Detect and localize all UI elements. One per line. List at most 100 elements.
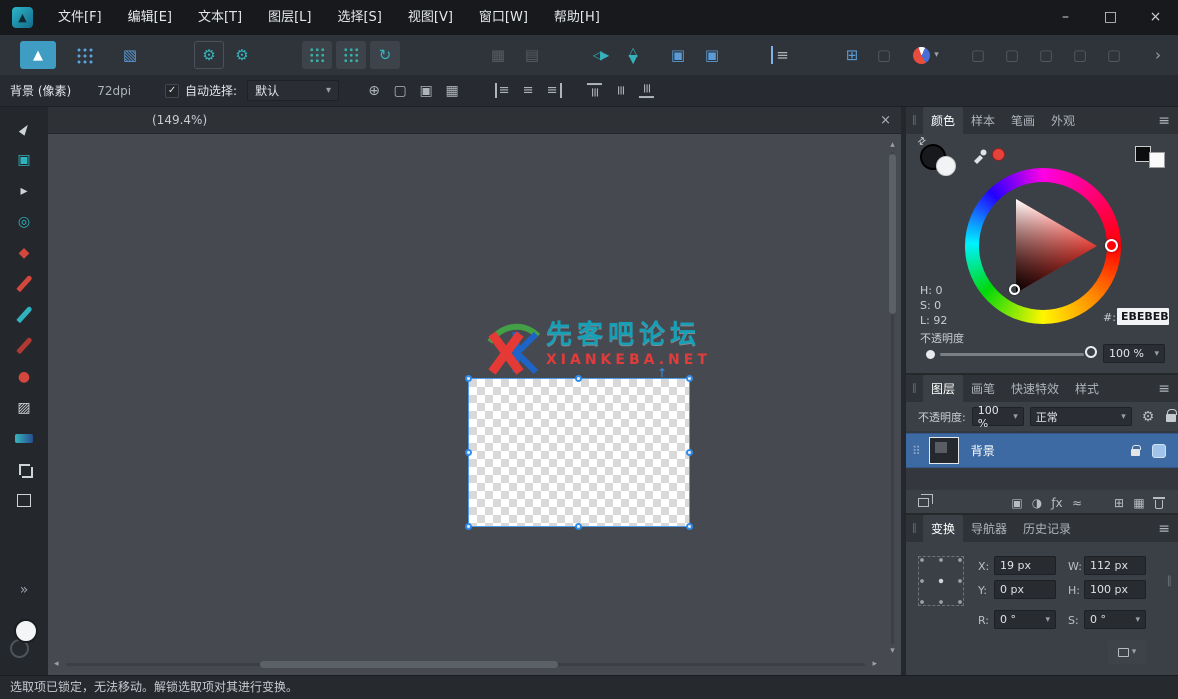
hide-selection-button[interactable]: ▦: [439, 80, 465, 102]
tab-color[interactable]: 颜色: [923, 107, 964, 134]
vertical-scrollbar[interactable]: ▴ ▾: [887, 140, 898, 656]
maximize-button[interactable]: □: [1088, 0, 1133, 35]
rotation-handle-icon[interactable]: ↑: [657, 366, 667, 380]
insert-behind-button[interactable]: ▣: [664, 41, 692, 69]
y-input[interactable]: 0 px: [994, 580, 1056, 599]
menu-layer[interactable]: 图层[L]: [255, 0, 324, 35]
layer-locked-icon[interactable]: [1131, 444, 1141, 456]
healing-brush-tool[interactable]: [10, 332, 38, 359]
personas-grid-button[interactable]: [70, 41, 98, 69]
panel-grip-icon[interactable]: ∥: [912, 115, 917, 126]
move-tool[interactable]: ►: [10, 115, 38, 142]
node-tool[interactable]: ▸: [10, 177, 38, 204]
align-top-button[interactable]: ≡: [581, 80, 607, 102]
assistant-button[interactable]: ▦: [484, 41, 512, 69]
paint-brush-tool[interactable]: [10, 270, 38, 297]
new-layer-icon[interactable]: ⊞: [1109, 493, 1129, 513]
h-input[interactable]: 100 px: [1084, 580, 1146, 599]
panel-menu-icon[interactable]: ≡: [1158, 113, 1170, 129]
panel-grip-icon[interactable]: ∥: [912, 523, 917, 534]
panel-menu-icon[interactable]: ≡: [1158, 521, 1170, 537]
settings-gear-button[interactable]: ⚙: [228, 41, 256, 69]
blend-options-gear-icon[interactable]: ⚙: [1142, 409, 1155, 425]
tab-styles[interactable]: 样式: [1067, 375, 1107, 402]
scroll-down-icon[interactable]: ▾: [887, 646, 898, 656]
layer-drag-dots-icon[interactable]: ⠿: [912, 444, 921, 458]
hex-input[interactable]: EBEBEB: [1117, 308, 1169, 325]
resize-handle-right[interactable]: [686, 448, 693, 456]
crop-tool[interactable]: [10, 456, 38, 483]
align-bottom-button[interactable]: ≡: [633, 80, 659, 102]
flip-horizontal-button[interactable]: ◁▶: [586, 41, 614, 69]
layer-effects-icon[interactable]: ƒx: [1047, 493, 1067, 513]
align-center-button[interactable]: ≡: [515, 80, 541, 102]
hscroll-thumb[interactable]: [260, 661, 558, 668]
menu-text[interactable]: 文本[T]: [185, 0, 255, 35]
pixel-grid-toggle-button[interactable]: [336, 41, 366, 69]
horizontal-scrollbar[interactable]: ◂ ▸: [54, 659, 877, 670]
anchor-point-selector[interactable]: [918, 556, 964, 606]
auto-select-dropdown[interactable]: 默认 ▾: [247, 80, 340, 101]
more-tools-button[interactable]: »: [10, 576, 38, 603]
document-tabbar[interactable]: (149.4%) ×: [48, 107, 901, 134]
menu-view[interactable]: 视图[V]: [395, 0, 466, 35]
tab-stroke[interactable]: 笔画: [1003, 107, 1043, 134]
snapping-toggle-button[interactable]: [302, 41, 332, 69]
menu-edit[interactable]: 编辑[E]: [115, 0, 185, 35]
tab-layers[interactable]: 图层: [923, 375, 964, 402]
insert-inside-button[interactable]: ▣: [698, 41, 726, 69]
flip-vertical-button[interactable]: ◁▶: [620, 41, 648, 69]
panel-resize-grip-icon[interactable]: ∥: [1167, 574, 1173, 587]
sampled-colour-dot[interactable]: [992, 148, 1005, 161]
hue-marker[interactable]: [1105, 239, 1118, 252]
blend-mode-dropdown[interactable]: 正常 ▾: [1029, 407, 1132, 426]
align-middle-button[interactable]: ≡: [607, 80, 633, 102]
smart-brush-tool[interactable]: [10, 301, 38, 328]
hardware-accel-button[interactable]: ▤: [518, 41, 546, 69]
rectangle-tool[interactable]: [10, 487, 38, 514]
selected-pixel-layer[interactable]: ↑: [465, 366, 693, 530]
resize-handle-bottom-right[interactable]: [686, 523, 693, 530]
saturation-lightness-marker[interactable]: [1009, 284, 1020, 295]
selection-brush-tool[interactable]: ▣: [10, 146, 38, 173]
arrange-button[interactable]: ⊞: [838, 41, 866, 69]
live-filter-icon[interactable]: ≈: [1067, 493, 1087, 513]
toolbar-overflow-button[interactable]: ›: [1144, 41, 1172, 69]
transform-origin-button[interactable]: ▣: [413, 80, 439, 102]
mask-layer-icon[interactable]: ▣: [1007, 493, 1027, 513]
saturation-triangle[interactable]: [965, 168, 1121, 324]
vscroll-thumb[interactable]: [889, 154, 896, 314]
scroll-up-icon[interactable]: ▴: [887, 140, 898, 150]
lock-layer-icon[interactable]: [1166, 409, 1178, 422]
panel-grip-icon[interactable]: ∥: [912, 383, 917, 394]
layer-visibility-checkbox[interactable]: [1152, 443, 1166, 458]
eyedropper-icon[interactable]: [972, 146, 988, 164]
tab-swatches[interactable]: 样本: [963, 107, 1003, 134]
primary-colour-well[interactable]: [936, 156, 956, 176]
opacity-dropdown[interactable]: 100 % ▾: [1103, 344, 1165, 363]
rotate-tool[interactable]: ◎: [10, 208, 38, 235]
foreground-colour-swatch[interactable]: [14, 619, 38, 643]
tab-close-icon[interactable]: ×: [880, 113, 891, 128]
opacity-slider-thumb[interactable]: [1085, 346, 1097, 358]
color-mode-button[interactable]: ▾: [912, 41, 940, 69]
minimize-button[interactable]: –: [1043, 0, 1088, 35]
resize-handle-top-right[interactable]: [686, 375, 693, 382]
resize-handle-left[interactable]: [465, 448, 472, 456]
close-button[interactable]: ×: [1133, 0, 1178, 35]
pattern-tool[interactable]: ▨: [10, 394, 38, 421]
show-selection-box-button[interactable]: ▢: [387, 80, 413, 102]
layers-opacity-dropdown[interactable]: 100 % ▾: [971, 404, 1024, 430]
hsl-colour-wheel[interactable]: [965, 168, 1121, 324]
resize-handle-bottom-left[interactable]: [465, 523, 472, 530]
auto-select-checkbox[interactable]: ✓: [165, 83, 180, 98]
opacity-slider-track[interactable]: [940, 353, 1084, 356]
delete-layer-icon[interactable]: [1149, 493, 1169, 513]
tab-appearance[interactable]: 外观: [1043, 107, 1083, 134]
new-pixel-layer-icon[interactable]: ▦: [1129, 493, 1149, 513]
x-input[interactable]: 19 px: [994, 556, 1056, 575]
rotate-snap-button[interactable]: ↻: [370, 41, 400, 69]
adjustment-layer-icon[interactable]: ◑: [1027, 493, 1047, 513]
menu-window[interactable]: 窗口[W]: [466, 0, 541, 35]
w-input[interactable]: 112 px: [1084, 556, 1146, 575]
